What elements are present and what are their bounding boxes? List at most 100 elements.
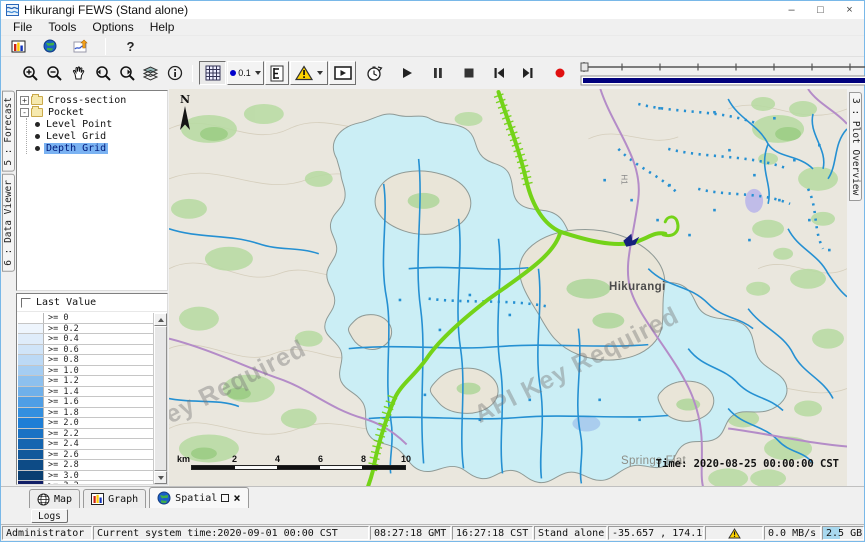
legend-row-label: >= 2.8 bbox=[44, 460, 153, 470]
node-bullet-icon bbox=[35, 134, 40, 139]
close-tab-icon[interactable]: × bbox=[233, 493, 240, 503]
tree-item-depth-grid[interactable]: Depth Grid bbox=[31, 142, 165, 154]
database-display-button[interactable] bbox=[7, 34, 30, 58]
status-warning-cell[interactable] bbox=[705, 526, 763, 540]
pan-hand-icon bbox=[71, 65, 87, 81]
menu-options[interactable]: Options bbox=[84, 20, 141, 34]
step-forward-button[interactable] bbox=[516, 61, 539, 85]
legend-color-swatch bbox=[18, 355, 44, 365]
app-logo-icon bbox=[6, 4, 19, 16]
threshold-dropdown-button[interactable]: 0.1 bbox=[227, 61, 264, 85]
expand-icon[interactable]: + bbox=[20, 96, 29, 105]
zoom-in-button[interactable] bbox=[19, 61, 42, 85]
scroll-down-icon[interactable] bbox=[154, 471, 167, 484]
tab-spatial[interactable]: Spatial × bbox=[149, 487, 248, 508]
play-button[interactable] bbox=[395, 61, 418, 85]
legend-row-label: >= 0.2 bbox=[44, 324, 153, 334]
tab-data-viewer[interactable]: 6 : Data Viewer bbox=[2, 174, 15, 272]
legend-row: >= 2.0 bbox=[18, 418, 153, 429]
grid-icon bbox=[205, 65, 221, 81]
step-backward-button[interactable] bbox=[487, 61, 510, 85]
step-backward-icon bbox=[493, 67, 505, 79]
close-button[interactable]: × bbox=[835, 1, 864, 19]
map-canvas[interactable]: N API Key Required API Key Required Hiku… bbox=[169, 89, 847, 486]
status-network-speed: 0.0 MB/s bbox=[764, 526, 821, 540]
warning-triangle-icon bbox=[295, 65, 313, 81]
timeseries-edit-button[interactable] bbox=[69, 34, 92, 58]
menu-file[interactable]: File bbox=[5, 20, 40, 34]
float-panel-icon[interactable] bbox=[221, 494, 229, 502]
layers-icon bbox=[142, 65, 159, 81]
legend-row-label: >= 1.0 bbox=[44, 366, 153, 376]
layer-tree[interactable]: + Cross-section - Pocket Level Point bbox=[16, 90, 168, 291]
legend-color-swatch bbox=[18, 471, 44, 481]
help-button[interactable]: ? bbox=[119, 34, 142, 58]
tree-item-level-grid[interactable]: Level Grid bbox=[31, 130, 165, 142]
legend-row: >= 0.6 bbox=[18, 345, 153, 356]
tree-item-level-point[interactable]: Level Point bbox=[31, 118, 165, 130]
chevron-down-icon bbox=[317, 71, 323, 75]
legend-row: >= 1.6 bbox=[18, 397, 153, 408]
layers-button[interactable] bbox=[139, 61, 162, 85]
tab-map[interactable]: Map bbox=[29, 489, 80, 508]
threshold-value: 0.1 bbox=[238, 68, 251, 78]
scrollbar-thumb[interactable] bbox=[154, 326, 167, 471]
legend-scrollbar[interactable] bbox=[153, 313, 167, 484]
legend-row-label: >= 2.6 bbox=[44, 450, 153, 460]
pause-button[interactable] bbox=[426, 61, 449, 85]
legend-row-label: >= 1.8 bbox=[44, 408, 153, 418]
zoom-previous-button[interactable] bbox=[91, 61, 114, 85]
bottom-tab-bar: Map Graph Spatial × bbox=[1, 486, 864, 508]
menu-tools[interactable]: Tools bbox=[40, 20, 84, 34]
tree-item-label: Level Point bbox=[44, 119, 114, 130]
pan-button[interactable] bbox=[67, 61, 90, 85]
legend-color-swatch bbox=[18, 345, 44, 355]
last-value-checkbox[interactable] bbox=[21, 298, 31, 308]
tab-forecast[interactable]: 5 : Forecast bbox=[2, 91, 15, 172]
maximize-button[interactable]: □ bbox=[806, 1, 835, 19]
zoom-out-button[interactable] bbox=[43, 61, 66, 85]
collapse-icon[interactable]: - bbox=[20, 108, 29, 117]
node-bullet-icon bbox=[35, 122, 40, 127]
title-bar[interactable]: Hikurangi FEWS (Stand alone) – □ × bbox=[1, 1, 864, 19]
minimize-button[interactable]: – bbox=[777, 1, 806, 19]
longitudinal-profile-button[interactable] bbox=[265, 61, 289, 85]
zoom-next-button[interactable] bbox=[115, 61, 138, 85]
tab-map-label: Map bbox=[54, 494, 72, 505]
legend-row: >= 2.6 bbox=[18, 450, 153, 461]
legend-color-swatch bbox=[18, 397, 44, 407]
tab-graph[interactable]: Graph bbox=[83, 489, 146, 508]
profile-icon bbox=[270, 65, 284, 82]
legend-row: >= 0 bbox=[18, 313, 153, 324]
left-tab-strip: 5 : Forecast 6 : Data Viewer bbox=[1, 89, 15, 486]
warnings-dropdown-button[interactable] bbox=[290, 61, 328, 85]
last-value-row[interactable]: Last Value bbox=[17, 294, 167, 312]
logs-row: Logs bbox=[1, 508, 864, 524]
timer-button[interactable] bbox=[363, 61, 386, 85]
spatial-display-button[interactable] bbox=[38, 34, 61, 58]
tree-item-label: Level Grid bbox=[44, 131, 108, 142]
pause-icon bbox=[433, 67, 443, 79]
folder-icon bbox=[31, 108, 43, 117]
legend-row-label: >= 1.2 bbox=[44, 376, 153, 386]
right-tab-strip: 3 : Plot Overview bbox=[847, 89, 864, 486]
animation-button[interactable] bbox=[329, 61, 356, 85]
legend-color-swatch bbox=[18, 439, 44, 449]
info-button[interactable] bbox=[163, 61, 186, 85]
logs-button[interactable]: Logs bbox=[31, 509, 68, 523]
scroll-up-icon[interactable] bbox=[154, 313, 167, 326]
tab-plot-overview[interactable]: 3 : Plot Overview bbox=[849, 92, 862, 201]
info-icon bbox=[167, 65, 183, 81]
menu-help[interactable]: Help bbox=[142, 20, 183, 34]
node-bullet-icon bbox=[35, 146, 40, 151]
stop-button[interactable] bbox=[457, 61, 480, 85]
record-button[interactable] bbox=[548, 61, 571, 85]
tree-item-cross-section[interactable]: + Cross-section bbox=[19, 94, 165, 106]
left-panel: + Cross-section - Pocket Level Point bbox=[15, 89, 169, 486]
tree-item-pocket[interactable]: - Pocket bbox=[19, 106, 165, 118]
grid-display-button[interactable] bbox=[199, 61, 226, 85]
timeline-slider[interactable] bbox=[580, 59, 865, 87]
legend-list: >= 0 >= 0.2 >= 0.4 >= 0.6 >= 0.8 >= 1.0 … bbox=[18, 313, 153, 484]
zoom-previous-icon bbox=[94, 65, 112, 82]
zoom-in-icon bbox=[22, 65, 39, 82]
